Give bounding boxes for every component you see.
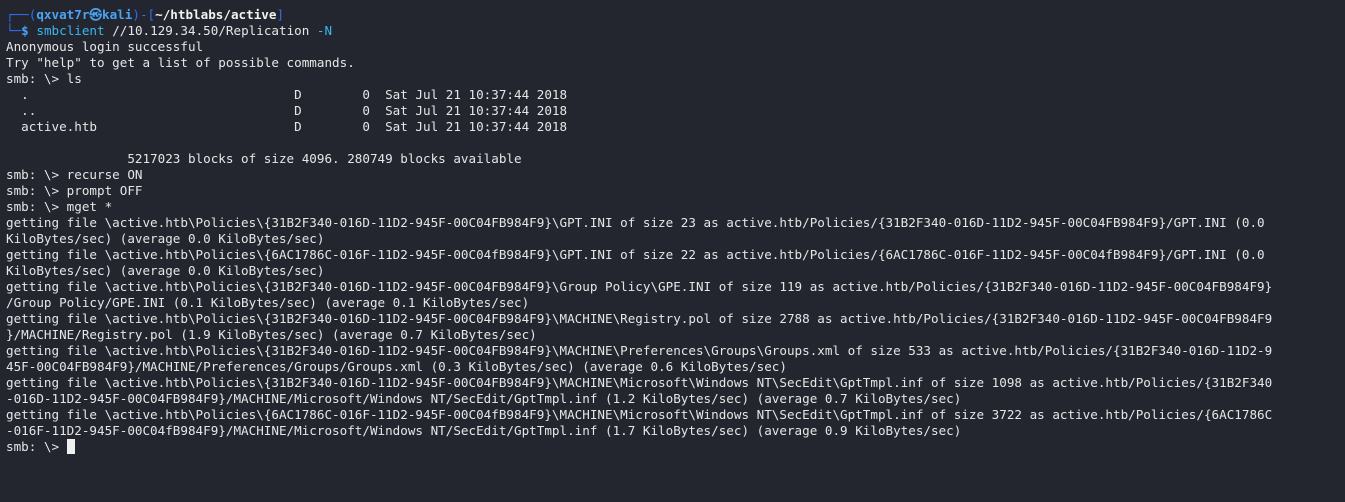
prompt-cwd: ~/htblabs/active — [155, 7, 277, 22]
prompt-bracket-close: ] — [276, 7, 285, 22]
prompt-command-line: └─$ smbclient //10.129.34.50/Replication… — [6, 23, 1345, 39]
output-line: getting file \active.htb\Policies\{31B2F… — [6, 343, 1273, 358]
output-line: getting file \active.htb\Policies\{31B2F… — [6, 215, 1265, 230]
prompt-host: kali — [102, 7, 133, 22]
output-line: smb: \> mget * — [6, 199, 113, 214]
output-line: }/MACHINE/Registry.pol (1.9 KiloBytes/se… — [6, 327, 537, 342]
output-line: -016F-11D2-945F-00C04fB984F9}/MACHINE/Mi… — [6, 423, 962, 438]
prompt-at-symbol: ㉿ — [89, 7, 103, 22]
output-line: /Group Policy/GPE.INI (0.1 KiloBytes/sec… — [6, 295, 530, 310]
terminal-output: Anonymous login successful Try "help" to… — [6, 39, 1345, 439]
prompt-corner-top: ┌── — [6, 7, 29, 22]
output-line: smb: \> prompt OFF — [6, 183, 143, 198]
output-line: .. D 0 Sat Jul 21 10:37:44 2018 — [6, 103, 568, 118]
command-flag: -N — [309, 23, 333, 38]
terminal-window[interactable]: ┌──(qxvat7r㉿kali)-[~/htblabs/active] └─$… — [0, 0, 1345, 502]
prompt-symbol: $ — [21, 23, 29, 38]
output-line: KiloBytes/sec) (average 0.0 KiloBytes/se… — [6, 263, 325, 278]
output-line: active.htb D 0 Sat Jul 21 10:37:44 2018 — [6, 119, 568, 134]
output-line: 5217023 blocks of size 4096. 280749 bloc… — [6, 151, 522, 166]
output-line: KiloBytes/sec) (average 0.0 KiloBytes/se… — [6, 231, 325, 246]
prompt-user: qxvat7r — [36, 7, 90, 22]
smb-input-line[interactable]: smb: \> — [6, 439, 1345, 455]
output-line: 45F-00C04FB984F9}/MACHINE/Preferences/Gr… — [6, 359, 787, 374]
output-line: getting file \active.htb\Policies\{6AC17… — [6, 407, 1273, 422]
prompt-header-line: ┌──(qxvat7r㉿kali)-[~/htblabs/active] — [6, 7, 1345, 23]
prompt-close-paren: ) — [132, 7, 140, 22]
output-line: getting file \active.htb\Policies\{31B2F… — [6, 375, 1273, 390]
output-line: getting file \active.htb\Policies\{6AC17… — [6, 247, 1265, 262]
output-line: -016D-11D2-945F-00C04FB984F9}/MACHINE/Mi… — [6, 391, 962, 406]
output-line: smb: \> ls — [6, 71, 82, 86]
output-line: Try "help" to get a list of possible com… — [6, 55, 355, 70]
output-line: smb: \> recurse ON — [6, 167, 143, 182]
output-line: . D 0 Sat Jul 21 10:37:44 2018 — [6, 87, 568, 102]
output-line: Anonymous login successful — [6, 39, 204, 54]
smb-prompt: smb: \> — [6, 439, 67, 454]
output-line: getting file \active.htb\Policies\{31B2F… — [6, 311, 1273, 326]
command-args: //10.129.34.50/Replication — [104, 23, 310, 38]
text-cursor — [66, 439, 75, 454]
prompt-corner-bottom: └─ — [6, 23, 22, 38]
prompt-dash-bracket: -[ — [139, 7, 156, 22]
command-name: smbclient — [36, 23, 105, 38]
output-line: getting file \active.htb\Policies\{31B2F… — [6, 279, 1273, 294]
